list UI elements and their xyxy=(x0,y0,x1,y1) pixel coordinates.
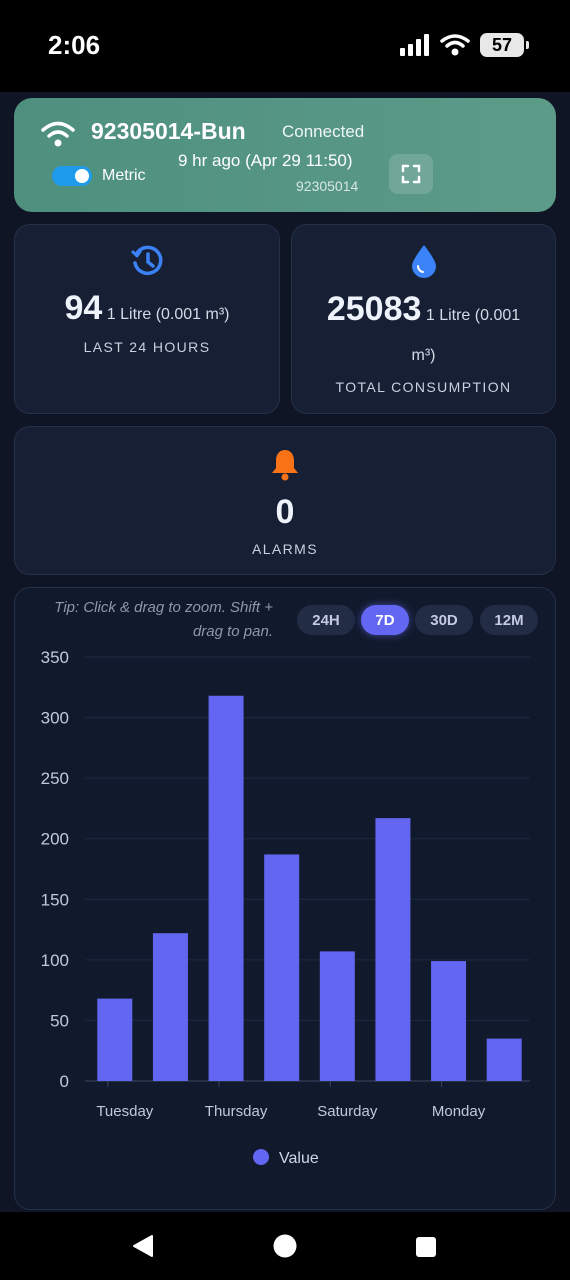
device-id: 92305014 xyxy=(296,178,359,194)
last-24-label: LAST 24 HOURS xyxy=(83,339,211,355)
range-12m-button[interactable]: 12M xyxy=(480,605,538,635)
legend-label: Value xyxy=(279,1150,319,1167)
last-24-unit: 1 Litre (0.001 m³) xyxy=(106,306,230,323)
alarms-value: 0 xyxy=(275,493,295,531)
x-tick-label: Saturday xyxy=(317,1103,378,1120)
range-30d-button[interactable]: 30D xyxy=(415,605,473,635)
bar[interactable] xyxy=(431,961,467,1081)
bar[interactable] xyxy=(486,1038,522,1081)
system-nav-bar xyxy=(0,1212,570,1280)
signal-icon xyxy=(400,34,429,56)
status-icons: 57 xyxy=(400,33,529,57)
chart-tip: Tip: Click & drag to zoom. Shift + drag … xyxy=(54,599,273,640)
range-7d-button[interactable]: 7D xyxy=(361,605,409,635)
total-value: 25083 xyxy=(326,290,422,328)
consumption-chart-card: Tip: Click & drag to zoom. Shift + drag … xyxy=(14,587,556,1210)
battery-icon: 57 xyxy=(480,33,529,57)
y-tick-label: 250 xyxy=(41,769,69,788)
recents-icon[interactable] xyxy=(415,1236,437,1258)
total-label: TOTAL CONSUMPTION xyxy=(335,379,512,395)
last-24-value: 94 xyxy=(64,289,103,327)
y-tick-label: 350 xyxy=(41,648,69,667)
battery-level: 57 xyxy=(491,34,513,55)
range-24h-button[interactable]: 24H xyxy=(297,605,355,635)
bell-icon xyxy=(272,450,298,481)
metric-toggle[interactable] xyxy=(52,166,92,186)
total-unit-line1: 1 Litre (0.001 xyxy=(425,307,521,324)
bar[interactable] xyxy=(375,818,411,1081)
y-tick-label: 50 xyxy=(50,1011,69,1030)
total-unit-line2: m³) xyxy=(411,347,436,364)
back-icon[interactable] xyxy=(131,1234,155,1258)
app-content: 92305014-Bun Connected Metric 9 hr ago (… xyxy=(0,92,570,1212)
y-tick-label: 0 xyxy=(60,1072,69,1091)
metric-toggle-label: Metric xyxy=(102,167,146,184)
home-icon[interactable] xyxy=(273,1234,297,1258)
y-tick-label: 300 xyxy=(41,709,69,728)
x-tick-label: Tuesday xyxy=(96,1103,153,1120)
connection-status: Connected xyxy=(282,122,365,141)
bar[interactable] xyxy=(97,998,133,1081)
last-24-hours-card: 94 1 Litre (0.001 m³) LAST 24 HOURS xyxy=(14,224,280,414)
legend-swatch xyxy=(253,1149,269,1165)
alarms-card: 0 ALARMS xyxy=(14,426,556,575)
total-consumption-card: 25083 1 Litre (0.001 m³) TOTAL CONSUMPTI… xyxy=(291,224,556,414)
x-tick-label: Monday xyxy=(432,1103,486,1120)
bar[interactable] xyxy=(319,951,355,1081)
history-icon xyxy=(130,245,163,276)
x-tick-label: Thursday xyxy=(205,1103,268,1120)
wifi-status-icon xyxy=(440,34,470,56)
fullscreen-button[interactable] xyxy=(389,154,433,194)
wifi-icon xyxy=(41,121,75,147)
y-tick-label: 200 xyxy=(41,830,69,849)
last-seen-text: 9 hr ago (Apr 29 11:50) xyxy=(178,151,353,170)
alarms-label: ALARMS xyxy=(252,541,318,557)
bar[interactable] xyxy=(208,695,244,1081)
bar[interactable] xyxy=(264,854,300,1081)
device-name: 92305014-Bun xyxy=(91,118,246,144)
fullscreen-icon xyxy=(401,164,421,184)
bar[interactable] xyxy=(152,933,188,1081)
status-bar: 2:06 57 xyxy=(0,0,570,92)
bar-chart[interactable]: 0 50 100 150 200 250 300 350 Tuesday Thursday Satu… xyxy=(15,643,555,1203)
y-tick-label: 150 xyxy=(41,890,69,909)
device-header-card: 92305014-Bun Connected Metric 9 hr ago (… xyxy=(14,98,556,212)
water-drop-icon xyxy=(411,245,436,278)
status-time: 2:06 xyxy=(48,30,101,60)
y-tick-label: 100 xyxy=(41,951,69,970)
